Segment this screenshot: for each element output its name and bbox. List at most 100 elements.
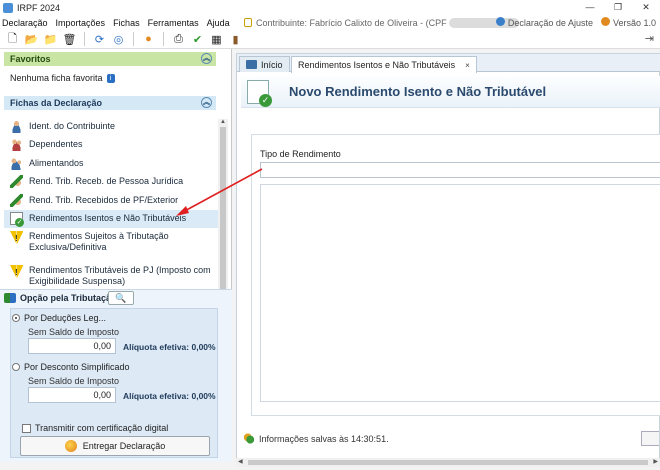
page-banner: Novo Rendimento Isento e Não Tributável (241, 76, 660, 108)
ficha-label: Dependentes (29, 139, 83, 150)
warning-icon (10, 265, 23, 278)
tipo-rendimento-field[interactable] (260, 162, 660, 178)
ficha-rend-trib-pf[interactable]: Rend. Trib. Recebidos de PF/Exterior (4, 191, 218, 210)
ficha-rend-exclusiva[interactable]: Rendimentos Sujeitos à Tributação Exclus… (4, 228, 218, 262)
ficha-ident-contribuinte[interactable]: Ident. do Contribuinte (4, 117, 218, 136)
menu-ajuda[interactable]: Ajuda (203, 18, 234, 28)
radio-label: Por Desconto Simplificado (24, 362, 130, 372)
trash-icon[interactable]: 🗑 (61, 31, 78, 48)
arrows-icon (4, 293, 16, 303)
calculator-icon[interactable]: ▦ (208, 31, 225, 48)
opcao-title: Opção pela Tributação: (20, 293, 120, 303)
print-icon[interactable]: ⎙ (170, 31, 187, 48)
globe-icon[interactable]: ● (140, 31, 157, 48)
radio-desconto[interactable]: Por Desconto Simplificado (12, 362, 130, 372)
tab-inicio[interactable]: Início (239, 56, 290, 72)
certificado-label: Transmitir com certificação digital (35, 423, 169, 433)
toolbar-separator (84, 32, 85, 46)
form-area: Tipo de Rendimento (251, 134, 660, 416)
menu-declaracao[interactable]: Declaração (0, 18, 52, 28)
info-icon (495, 17, 505, 26)
desconto-value-field: 0,00 (28, 387, 116, 403)
new-file-icon[interactable]: 🗋 (4, 31, 21, 48)
close-button[interactable]: ✕ (632, 0, 660, 15)
ficha-label: Rendimentos Isentos e Não Tributáveis (29, 213, 187, 224)
opcao-header: Opção pela Tributação: (4, 293, 120, 303)
declaration-type: Declaração de Ajuste (495, 17, 593, 28)
scroll-right-icon[interactable]: ▶ (653, 458, 658, 465)
left-panel: Favoritos ︽ Nenhuma ficha favorita i Fic… (0, 49, 232, 462)
favorites-empty-label: Nenhuma ficha favorita (10, 73, 103, 83)
ficha-label: Rend. Trib. Recebidos de PF/Exterior (29, 194, 179, 205)
page-title: Novo Rendimento Isento e Não Tributável (289, 84, 547, 99)
tab-label: Rendimentos Isentos e Não Tributáveis (298, 60, 456, 70)
open-folder-icon[interactable]: 📂 (23, 31, 40, 48)
money-in-icon (10, 175, 23, 189)
radio-button[interactable] (12, 314, 20, 322)
deducoes-aliquota: Alíquota efetiva: 0,00% (123, 342, 216, 352)
collapse-favorites-icon[interactable]: ︽ (201, 53, 212, 64)
maximize-button[interactable]: ❐ (604, 0, 632, 15)
ficha-label: Rendimentos Sujeitos à Tributação Exclus… (29, 231, 169, 252)
certificado-checkbox-row[interactable]: Transmitir com certificação digital (22, 423, 168, 433)
import-icon[interactable]: ⟳ (91, 31, 108, 48)
app-icon (3, 2, 13, 13)
tab-label: Início (261, 59, 283, 70)
ficha-dependentes[interactable]: Dependentes (4, 136, 218, 155)
person-icon (10, 119, 23, 133)
main-panel: Início Rendimentos Isentos e Não Tributá… (236, 53, 660, 463)
certificado-checkbox[interactable] (22, 423, 31, 433)
toolbar-separator (163, 32, 164, 46)
web-icon[interactable]: ◎ (110, 31, 127, 48)
book-icon[interactable]: ▮ (227, 31, 244, 48)
search-icon[interactable]: 🔍 (108, 291, 134, 305)
menu-importacoes[interactable]: Importações (52, 18, 110, 28)
home-icon (246, 60, 257, 69)
warning-icon (10, 231, 23, 244)
favorites-header[interactable]: Favoritos ︽ (4, 52, 216, 66)
menu-fichas[interactable]: Fichas (109, 18, 144, 28)
document-check-icon (247, 79, 272, 107)
scroll-thumb[interactable] (248, 460, 648, 465)
toolbar: 🗋 📂 📁 🗑 ⟳ ◎ ● ⎙ ✔ ▦ ▮ ⇥ (0, 30, 660, 49)
close-tab-icon[interactable]: × (465, 61, 470, 70)
collapse-fichas-icon[interactable]: ︽ (201, 97, 212, 108)
entregar-declaracao-button[interactable]: Entregar Declaração (20, 436, 210, 456)
ficha-rend-trib-pj[interactable]: Rend. Trib. Receb. de Pessoa Jurídica (4, 173, 218, 192)
folder-icon[interactable]: 📁 (42, 31, 59, 48)
ficha-rend-isentos[interactable]: Rendimentos Isentos e Não Tributáveis (4, 209, 218, 228)
scroll-up-icon[interactable]: ▲ (218, 119, 228, 125)
window-title: IRPF 2024 (17, 2, 61, 13)
ficha-label: Rend. Trib. Receb. de Pessoa Jurídica (29, 176, 184, 187)
status-text: Informações salvas às 14:30:51. (259, 433, 389, 444)
tab-rendimentos-isentos[interactable]: Rendimentos Isentos e Não Tributáveis × (291, 56, 477, 73)
version-icon (600, 17, 610, 26)
menu-bar: Declaração Importações Fichas Ferramenta… (0, 15, 660, 30)
status-bar: Informações salvas às 14:30:51. (243, 433, 389, 444)
ficha-alimentandos[interactable]: Alimentandos (4, 154, 218, 173)
desconto-sub-label: Sem Saldo de Imposto (28, 376, 120, 386)
horizontal-scrollbar[interactable]: ◀ ▶ (236, 458, 660, 467)
ficha-label: Ident. do Contribuinte (29, 120, 116, 131)
save-status-icon (243, 433, 255, 444)
scroll-left-icon[interactable]: ◀ (238, 458, 243, 465)
favorites-title: Favoritos (10, 54, 51, 64)
menu-right-info: Declaração de Ajuste Versão 1.0 (495, 15, 656, 30)
menu-ferramentas[interactable]: Ferramentas (144, 18, 203, 28)
status-button[interactable] (641, 431, 659, 446)
radio-button[interactable] (12, 363, 20, 371)
tab-bar: Início Rendimentos Isentos e Não Tributá… (237, 54, 660, 73)
fichas-list: Ident. do Contribuinte Dependentes Alime… (4, 117, 218, 296)
check-icon[interactable]: ✔ (189, 31, 206, 48)
ficha-label: Rendimentos Tributáveis de PJ (Imposto c… (29, 265, 211, 286)
fichas-header[interactable]: Fichas da Declaração ︽ (4, 96, 216, 110)
radio-deducoes[interactable]: Por Deduções Leg... (12, 313, 106, 323)
group-icon (10, 138, 23, 152)
tipo-rendimento-list[interactable] (260, 184, 660, 402)
radio-label: Por Deduções Leg... (24, 313, 107, 323)
info-icon[interactable]: i (106, 73, 115, 83)
lock-icon (244, 18, 252, 27)
minimize-button[interactable]: — (576, 0, 604, 15)
exit-icon[interactable]: ⇥ (645, 32, 654, 45)
contributor-label: Contribuinte: Fabrício Calixto de Olivei… (256, 17, 447, 28)
